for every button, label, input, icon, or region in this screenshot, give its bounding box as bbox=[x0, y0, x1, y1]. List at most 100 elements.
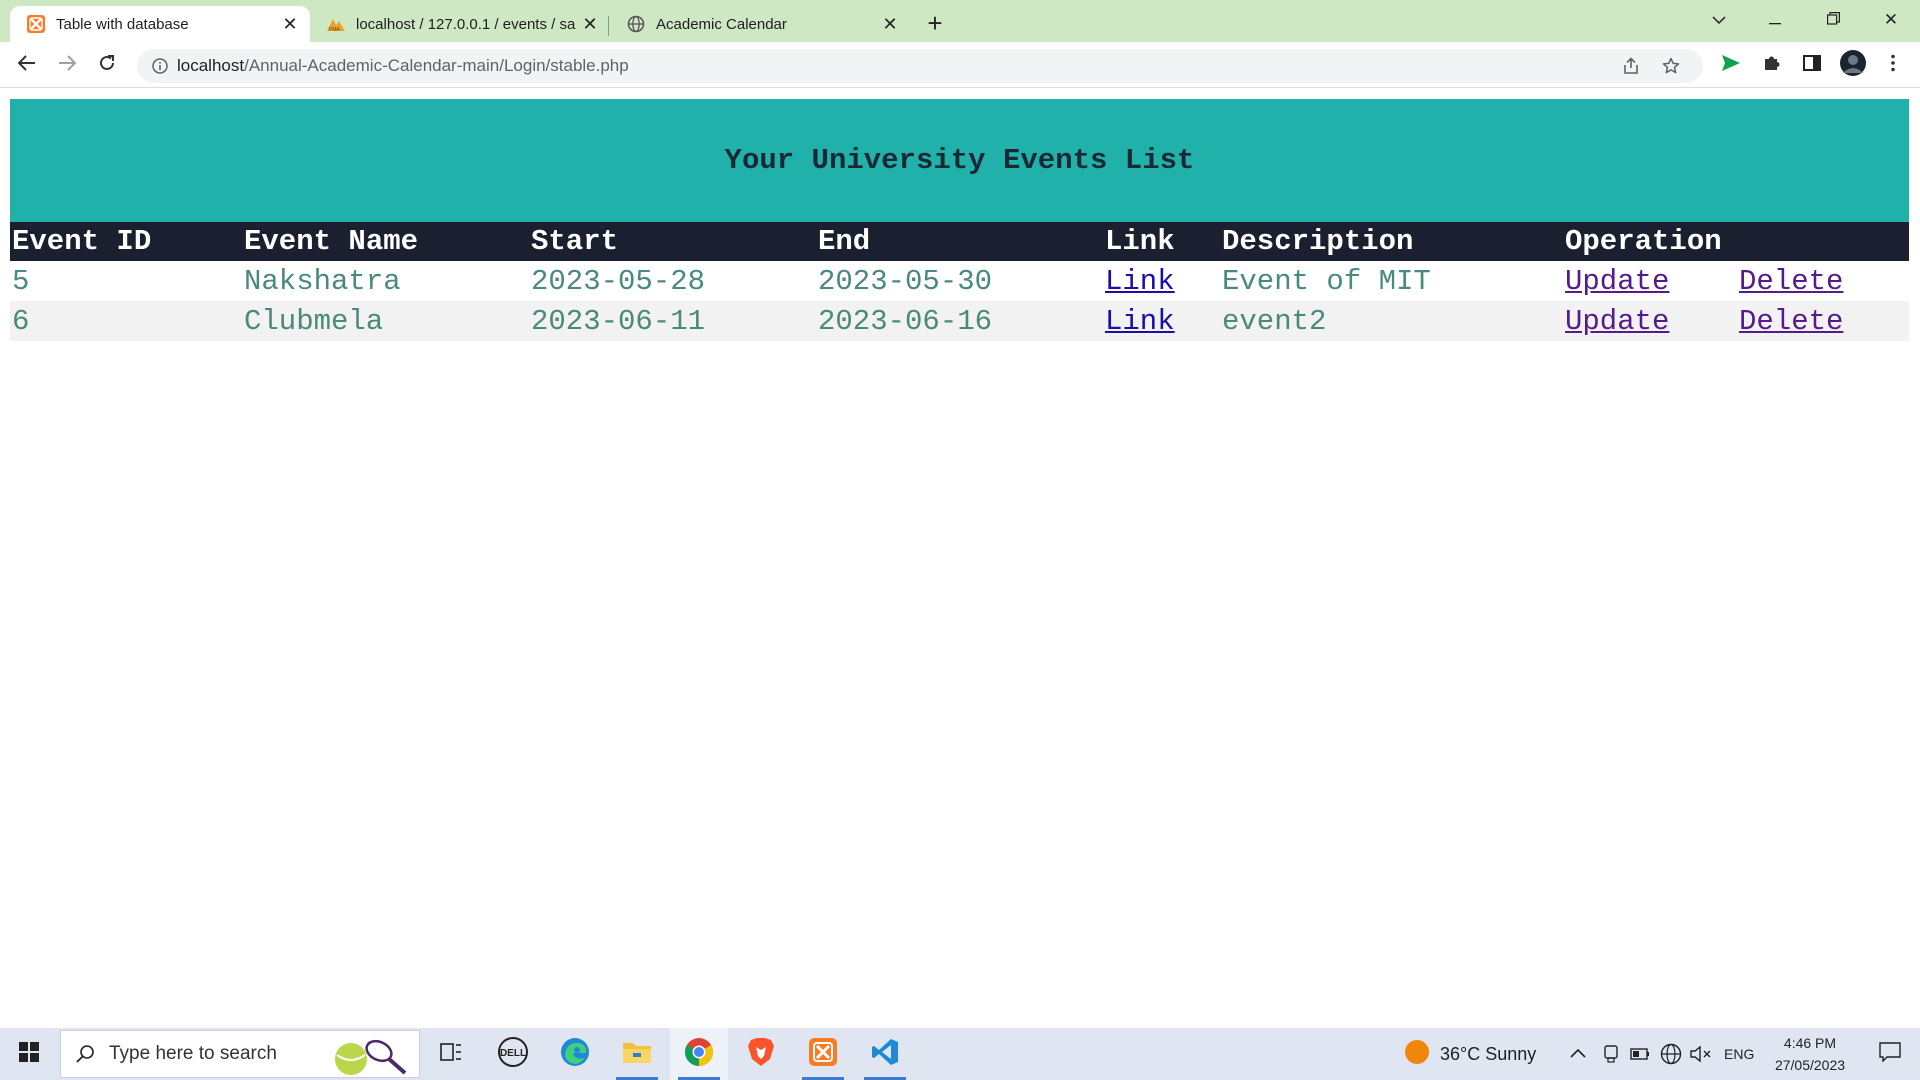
xampp-icon bbox=[809, 1037, 837, 1071]
windows-icon bbox=[19, 1041, 39, 1067]
page-header: Your University Events List bbox=[10, 99, 1909, 222]
forward-icon bbox=[58, 54, 77, 76]
cell-description: Event of MIT bbox=[1222, 264, 1431, 298]
url-host: localhost bbox=[177, 56, 245, 75]
cell-link: Link bbox=[1103, 301, 1220, 341]
search-placeholder: Type here to search bbox=[109, 1043, 277, 1064]
svg-text:DELL: DELL bbox=[500, 1048, 526, 1059]
delete-link[interactable]: Delete bbox=[1739, 305, 1843, 338]
task-view-button[interactable] bbox=[422, 1028, 480, 1080]
event-link[interactable]: Link bbox=[1105, 265, 1175, 298]
clock[interactable]: 4:46 PM 27/05/2023 bbox=[1758, 1032, 1862, 1076]
taskbar-app-dell[interactable]: DELL bbox=[484, 1028, 542, 1080]
minimize-button[interactable] bbox=[1752, 0, 1798, 40]
info-icon[interactable] bbox=[143, 58, 177, 74]
table-row: 5 Nakshatra 2023-05-28 2023-05-30 Link E… bbox=[10, 261, 1909, 301]
search-highlight-image bbox=[329, 1035, 409, 1080]
tab-table-with-database[interactable]: Table with database ✕ bbox=[10, 6, 310, 42]
extensions-button[interactable] bbox=[1756, 49, 1788, 81]
restore-button[interactable] bbox=[1810, 0, 1856, 40]
browser-tab-strip: Table with database ✕ PMA localhost / 12… bbox=[0, 0, 1920, 42]
weather-icon bbox=[1404, 1039, 1430, 1070]
header-description: Description bbox=[1220, 222, 1563, 261]
tab-academic-calendar[interactable]: Academic Calendar ✕ bbox=[610, 6, 910, 42]
events-table: Event ID Event Name Start End Link Descr… bbox=[10, 222, 1909, 341]
url-path: /Annual-Academic-Calendar-main/Login/sta… bbox=[244, 56, 629, 75]
weather-widget[interactable]: 36°C Sunny bbox=[1404, 1028, 1536, 1080]
close-icon[interactable]: ✕ bbox=[576, 10, 604, 38]
menu-icon bbox=[1891, 54, 1895, 77]
header-event-id: Event ID bbox=[10, 222, 242, 261]
weather-text: 36°C Sunny bbox=[1440, 1043, 1537, 1064]
new-tab-button[interactable]: + bbox=[919, 7, 951, 39]
cell-event-name: Nakshatra bbox=[244, 264, 401, 298]
star-icon[interactable] bbox=[1655, 50, 1687, 82]
globe-icon bbox=[626, 14, 646, 34]
taskbar-app-vscode[interactable] bbox=[856, 1028, 914, 1080]
delete-link[interactable]: Delete bbox=[1739, 265, 1843, 298]
tab-title: localhost / 127.0.0.1 / events / sa bbox=[356, 15, 576, 33]
hidden-icons-button[interactable] bbox=[1570, 1028, 1586, 1080]
language-indicator[interactable]: ENG bbox=[1724, 1028, 1754, 1080]
url-text: localhost/Annual-Academic-Calendar-main/… bbox=[177, 56, 629, 76]
close-icon[interactable]: ✕ bbox=[276, 10, 304, 38]
address-bar[interactable]: localhost/Annual-Academic-Calendar-main/… bbox=[137, 49, 1703, 83]
profile-button[interactable] bbox=[1837, 49, 1869, 81]
send-extension-button[interactable] bbox=[1715, 49, 1747, 81]
cell-delete: Delete bbox=[1737, 301, 1909, 341]
taskbar-app-brave[interactable] bbox=[732, 1028, 790, 1080]
taskbar-app-chrome[interactable] bbox=[670, 1028, 728, 1080]
close-icon[interactable]: ✕ bbox=[876, 10, 904, 38]
chevron-down-icon bbox=[1712, 10, 1726, 30]
puzzle-icon bbox=[1763, 54, 1781, 77]
notification-icon bbox=[1879, 1041, 1901, 1067]
vscode-icon bbox=[871, 1038, 899, 1071]
forward-button[interactable] bbox=[51, 49, 83, 81]
edge-icon bbox=[559, 1036, 591, 1073]
tab-search-button[interactable] bbox=[1696, 0, 1742, 40]
send-icon bbox=[1721, 54, 1741, 77]
update-link[interactable]: Update bbox=[1565, 305, 1669, 338]
side-panel-button[interactable] bbox=[1796, 49, 1828, 81]
search-icon bbox=[61, 1044, 109, 1064]
share-icon[interactable] bbox=[1615, 50, 1647, 82]
back-icon bbox=[17, 54, 36, 76]
close-window-button[interactable]: ✕ bbox=[1868, 0, 1914, 40]
taskbar-app-edge[interactable] bbox=[546, 1028, 604, 1080]
sidepanel-icon bbox=[1803, 54, 1821, 76]
cell-start: 2023-05-28 bbox=[531, 264, 706, 298]
tab-phpmyadmin[interactable]: PMA localhost / 127.0.0.1 / events / sa … bbox=[310, 6, 610, 42]
reload-button[interactable] bbox=[91, 49, 123, 81]
avatar bbox=[1839, 49, 1867, 82]
dell-icon: DELL bbox=[497, 1036, 529, 1073]
taskbar-app-xampp[interactable] bbox=[794, 1028, 852, 1080]
cell-end: 2023-06-16 bbox=[816, 301, 1103, 341]
cell-event-name: Clubmela bbox=[242, 301, 529, 341]
network-icon[interactable] bbox=[1660, 1028, 1682, 1080]
cell-link: Link bbox=[1103, 261, 1220, 301]
brave-icon bbox=[747, 1037, 775, 1072]
cell-update: Update bbox=[1563, 261, 1737, 301]
browser-menu-button[interactable] bbox=[1877, 49, 1909, 81]
cell-start: 2023-06-11 bbox=[529, 301, 816, 341]
battery-icon[interactable] bbox=[1630, 1028, 1650, 1080]
action-center-button[interactable] bbox=[1866, 1028, 1914, 1080]
event-link[interactable]: Link bbox=[1105, 305, 1175, 338]
header-operation: Operation bbox=[1563, 222, 1909, 261]
update-link[interactable]: Update bbox=[1565, 265, 1669, 298]
close-icon: ✕ bbox=[1883, 10, 1899, 29]
tab-title: Table with database bbox=[56, 15, 189, 33]
taskbar-search-box[interactable]: Type here to search bbox=[60, 1030, 420, 1078]
cell-update: Update bbox=[1563, 301, 1737, 341]
taskbar-app-file-explorer[interactable] bbox=[608, 1028, 666, 1080]
browser-toolbar: localhost/Annual-Academic-Calendar-main/… bbox=[0, 42, 1920, 88]
start-button[interactable] bbox=[0, 1028, 58, 1080]
page-content: Your University Events List Event ID Eve… bbox=[0, 89, 1920, 1028]
meet-now-icon[interactable] bbox=[1603, 1028, 1619, 1080]
back-button[interactable] bbox=[11, 49, 43, 81]
clock-date: 27/05/2023 bbox=[1774, 1057, 1846, 1073]
file-explorer-icon bbox=[622, 1039, 652, 1070]
chrome-icon bbox=[684, 1037, 714, 1072]
volume-muted-icon[interactable] bbox=[1690, 1028, 1712, 1080]
task-view-icon bbox=[440, 1042, 462, 1067]
